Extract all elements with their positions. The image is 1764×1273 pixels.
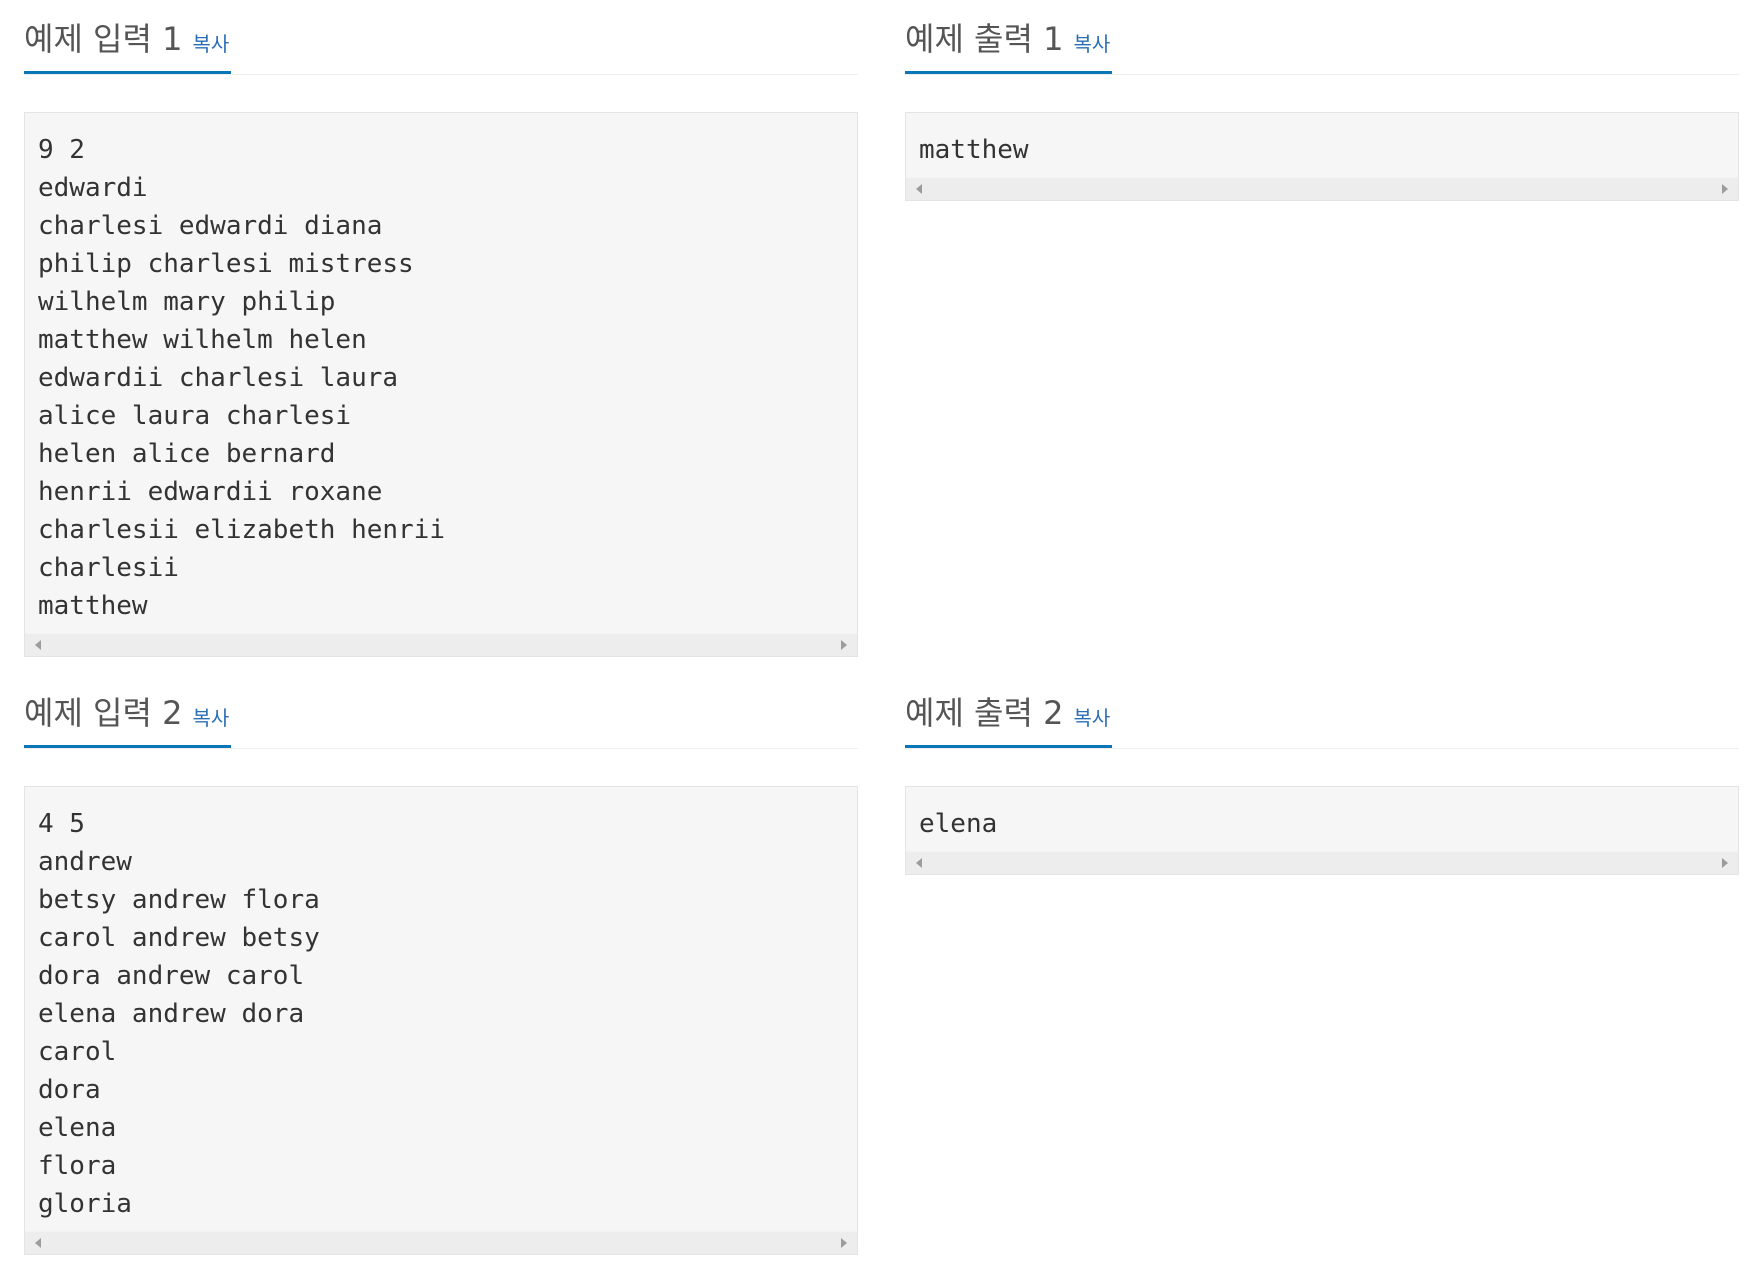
sample-output-1-title: 예제 출력 1	[905, 20, 1064, 58]
scroll-left-arrow-icon[interactable]	[916, 858, 922, 868]
sample-input-2-title-wrap: 예제 입력 2 복사	[24, 674, 232, 748]
sample-input-2-horizontal-scrollbar[interactable]	[25, 1231, 857, 1254]
sample-input-1-line: wilhelm mary philip	[38, 287, 336, 317]
sample-input-2-line: gloria	[38, 1189, 132, 1219]
sample-input-2-line: dora andrew carol	[38, 961, 305, 991]
sample-output-1-line: matthew	[919, 135, 1029, 165]
sample-input-2-line: carol	[38, 1037, 117, 1067]
sample-input-2-line: betsy andrew flora	[38, 885, 320, 915]
sample-input-1-line: alice laura charlesi	[38, 401, 352, 431]
sample-input-2-line: elena	[38, 1113, 117, 1143]
sample-input-1-horizontal-scrollbar[interactable]	[25, 633, 857, 656]
sample-input-2-box: 4 5 andrew betsy andrew flora carol andrew …	[24, 786, 858, 1255]
sample-input-2-line: dora	[38, 1075, 101, 1105]
scroll-right-arrow-icon[interactable]	[841, 1238, 847, 1248]
sample-output-2-horizontal-scrollbar[interactable]	[906, 851, 1738, 874]
sample-input-1-line: edwardi	[38, 173, 148, 203]
sample-input-1-line: matthew	[38, 591, 148, 621]
sample-input-1-line: 9 2	[38, 135, 85, 165]
sample-input-2-copy-button[interactable]: 복사	[192, 705, 229, 731]
sample-input-2-line: 4 5	[38, 809, 85, 839]
sample-output-1-horizontal-scrollbar[interactable]	[906, 177, 1738, 200]
scroll-right-arrow-icon[interactable]	[1722, 858, 1728, 868]
sample-input-2-title: 예제 입력 2	[24, 694, 183, 732]
sample-input-1-line: matthew wilhelm helen	[38, 325, 367, 355]
sample-input-1-line: philip charlesi mistress	[38, 249, 414, 279]
sample-input-2-text: 4 5 andrew betsy andrew flora carol andrew …	[25, 787, 857, 1231]
scroll-right-arrow-icon[interactable]	[841, 640, 847, 650]
sample-output-1-copy-button[interactable]: 복사	[1073, 31, 1110, 57]
sample-input-1-text: 9 2 edwardi charlesi edwardi diana philip c…	[25, 113, 857, 633]
sample-input-1-headline: 예제 입력 1 복사	[24, 0, 858, 75]
sample-input-1-line: charlesi edwardi diana	[38, 211, 383, 241]
sample-input-2-line: andrew	[38, 847, 132, 877]
sample-input-1-line: helen alice bernard	[38, 439, 336, 469]
sample-input-1-line: charlesii	[38, 553, 179, 583]
sample-output-2-text: elena	[906, 787, 1738, 851]
sample-input-2-line: flora	[38, 1151, 117, 1181]
sample-output-2-box: elena	[905, 786, 1739, 875]
sample-input-1-line: henrii edwardii roxane	[38, 477, 383, 507]
sample-output-2-headline: 예제 출력 2 복사	[905, 674, 1739, 749]
sample-input-1-title: 예제 입력 1	[24, 20, 183, 58]
scroll-left-arrow-icon[interactable]	[35, 1238, 41, 1248]
sample-input-2-line: carol andrew betsy	[38, 923, 320, 953]
sample-output-2-line: elena	[919, 809, 998, 839]
scroll-left-arrow-icon[interactable]	[35, 640, 41, 650]
sample-input-1-line: charlesii elizabeth henrii	[38, 515, 445, 545]
sample-output-2-section: 예제 출력 2 복사 elena	[905, 674, 1739, 875]
sample-output-2-title-wrap: 예제 출력 2 복사	[905, 674, 1113, 748]
sample-input-1-title-wrap: 예제 입력 1 복사	[24, 0, 232, 74]
sample-output-1-title-wrap: 예제 출력 1 복사	[905, 0, 1113, 74]
sample-output-1-section: 예제 출력 1 복사 matthew	[905, 0, 1739, 201]
sample-input-1-line: edwardii charlesi laura	[38, 363, 399, 393]
sample-input-1-section: 예제 입력 1 복사 9 2 edwardi charlesi edwardi di…	[24, 0, 858, 657]
sample-input-2-section: 예제 입력 2 복사 4 5 andrew betsy andrew flora ca…	[24, 674, 858, 1255]
sample-input-1-copy-button[interactable]: 복사	[192, 31, 229, 57]
sample-output-1-headline: 예제 출력 1 복사	[905, 0, 1739, 75]
sample-input-2-headline: 예제 입력 2 복사	[24, 674, 858, 749]
sample-output-1-box: matthew	[905, 112, 1739, 201]
sample-output-2-copy-button[interactable]: 복사	[1073, 705, 1110, 731]
sample-input-1-box: 9 2 edwardi charlesi edwardi diana philip c…	[24, 112, 858, 657]
scroll-right-arrow-icon[interactable]	[1722, 184, 1728, 194]
sample-output-1-text: matthew	[906, 113, 1738, 177]
sample-input-2-line: elena andrew dora	[38, 999, 305, 1029]
sample-output-2-title: 예제 출력 2	[905, 694, 1064, 732]
scroll-left-arrow-icon[interactable]	[916, 184, 922, 194]
